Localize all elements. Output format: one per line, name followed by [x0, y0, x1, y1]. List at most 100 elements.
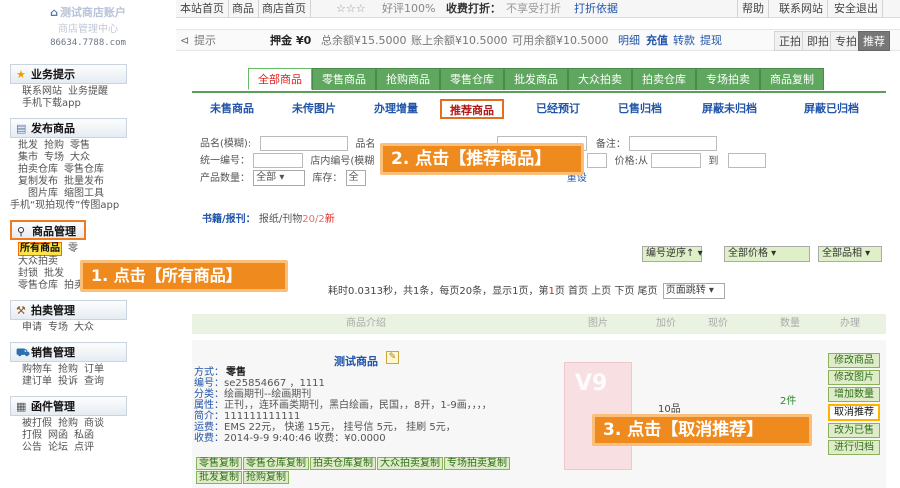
top-link-home[interactable]: 本站首页 [176, 0, 229, 18]
sort-select[interactable]: 编号逆序↑ ▾ [642, 246, 703, 262]
top-link-goods[interactable]: 商品 [228, 0, 259, 18]
sidebar-item-public-auction[interactable]: 大众拍卖 [18, 256, 58, 268]
sidebar-item-review[interactable]: 点评 [74, 442, 94, 454]
top-link-contact[interactable]: 联系网站 [775, 0, 828, 18]
sidebar-item-rush2[interactable]: 抢购 [58, 364, 78, 376]
subtab-unsold[interactable]: 未售商品 [210, 99, 254, 119]
sidebar-item-wholesale[interactable]: 批发 [18, 140, 38, 152]
filter-select-qty[interactable]: 全部 ▾ [253, 170, 306, 186]
sidebar-head-business[interactable]: ★ 业务提示 [10, 64, 127, 84]
sidebar-item-orders[interactable]: 订单 [84, 364, 104, 376]
edit-icon[interactable]: ✎ [386, 351, 399, 364]
filter-input-price-from[interactable] [651, 153, 702, 168]
add-qty-button[interactable]: 增加数量 [828, 387, 880, 402]
tab-auction-store[interactable]: 拍卖仓库 [632, 68, 696, 90]
pager-nav[interactable]: 页 首页 上页 下页 尾页 [555, 286, 658, 297]
sidebar-item-all-goods[interactable]: 所有商品 [18, 242, 62, 256]
tab-wholesale[interactable]: 批发商品 [504, 68, 568, 90]
pager-jump-select[interactable]: 页面跳转 ▾ [662, 283, 725, 299]
top-link-help[interactable]: 帮助 [737, 0, 769, 18]
sidebar-item-forum[interactable]: 论坛 [48, 442, 68, 454]
sidebar-item-retail-store[interactable]: 零售仓库 [64, 164, 104, 176]
fee-basis-link[interactable]: 打折依据 [574, 0, 618, 18]
filter-input-uniform[interactable] [253, 153, 304, 168]
edit-image-button[interactable]: 修改图片 [828, 370, 880, 385]
sidebar-item-image-lib[interactable]: 图片库 [28, 188, 58, 200]
sidebar-item-be-faked[interactable]: 被打假 [22, 418, 52, 430]
link-details[interactable]: 明细 [618, 30, 640, 52]
sidebar-item-auction-store[interactable]: 拍卖仓库 [18, 164, 58, 176]
filter-input-price-to[interactable] [727, 153, 766, 168]
sidebar-item-apply[interactable]: 申请 [22, 322, 42, 334]
sidebar-item-thumb-tool[interactable]: 缩图工具 [64, 188, 104, 200]
copy-retail-button[interactable]: 零售复制 [196, 457, 242, 470]
link-withdraw[interactable]: 提现 [700, 30, 722, 52]
sidebar-item-web-letter[interactable]: 网函 [48, 430, 68, 442]
subtab-add-qty[interactable]: 办理增量 [374, 99, 418, 119]
sidebar-head-goods[interactable]: ⚲ 商品管理 [10, 220, 86, 240]
sidebar-item-remind[interactable]: 业务提醒 [68, 86, 108, 98]
sidebar-item-cart[interactable]: 购物车 [22, 364, 52, 376]
sidebar-item-public[interactable]: 大众 [70, 152, 90, 164]
subtab-reserved[interactable]: 已经预订 [536, 99, 580, 119]
sidebar-item-fake[interactable]: 打假 [22, 430, 42, 442]
copy-special-auction-button[interactable]: 专场拍卖复制 [444, 457, 510, 470]
sidebar-item-retail2[interactable]: 零 [68, 243, 78, 255]
copy-public-auction-button[interactable]: 大众拍卖复制 [377, 457, 443, 470]
subtab-sold-archived[interactable]: 已售归档 [618, 99, 662, 119]
sidebar-head-letters[interactable]: ▦ 函件管理 [10, 396, 127, 416]
sidebar-item-private-letter[interactable]: 私函 [74, 430, 94, 442]
subtab-no-image[interactable]: 未传图片 [292, 99, 336, 119]
copy-rush-button[interactable]: 抢购复制 [243, 471, 289, 484]
archive-button[interactable]: 进行归档 [828, 440, 880, 455]
filter-input-remark[interactable] [629, 136, 718, 151]
copy-auction-store-button[interactable]: 拍卖仓库复制 [310, 457, 376, 470]
sidebar-item-lock[interactable]: 封锁 [18, 268, 38, 280]
top-link-shop-home[interactable]: 商店首页 [258, 0, 311, 18]
tab-special-auction[interactable]: 专场拍卖 [696, 68, 760, 90]
copy-wholesale-button[interactable]: 批发复制 [196, 471, 242, 484]
sidebar-item-special2[interactable]: 专场 [48, 322, 68, 334]
sidebar-item-retail[interactable]: 零售 [70, 140, 90, 152]
sidebar-item-rush[interactable]: 抢购 [44, 140, 64, 152]
sidebar-item-copy-publish[interactable]: 复制发布 [18, 176, 58, 188]
copy-retail-store-button[interactable]: 零售仓库复制 [243, 457, 309, 470]
link-transfer[interactable]: 转款 [673, 30, 695, 52]
sidebar-item-rush3[interactable]: 抢购 [58, 418, 78, 430]
sidebar-item-market[interactable]: 集市 [18, 152, 38, 164]
sidebar-head-auction[interactable]: ⚒ 拍卖管理 [10, 300, 127, 320]
subtab-blocked-unarchived[interactable]: 屏蔽未归档 [702, 99, 757, 119]
btn-tuijian[interactable]: 推荐 [858, 31, 890, 51]
filter-input-name[interactable] [260, 136, 349, 151]
sidebar-item-batch-publish[interactable]: 批量发布 [64, 176, 104, 188]
sidebar-item-notice[interactable]: 公告 [22, 442, 42, 454]
sidebar-head-sales[interactable]: ⛟销售管理 [10, 342, 127, 362]
sidebar-item-public2[interactable]: 大众 [74, 322, 94, 334]
tab-all-goods[interactable]: 全部商品 [248, 68, 312, 90]
sidebar-item-negotiate[interactable]: 商谈 [84, 418, 104, 430]
tab-retail-store[interactable]: 零售仓库 [440, 68, 504, 90]
tab-retail[interactable]: 零售商品 [312, 68, 376, 90]
tab-copy-goods[interactable]: 商品复制 [760, 68, 824, 90]
link-recharge[interactable]: 充值 [646, 30, 668, 52]
filter-input-store-no[interactable] [587, 153, 608, 168]
sidebar-item-complaint[interactable]: 投诉 [58, 376, 78, 388]
price-select[interactable]: 全部价格 ▾ [724, 246, 810, 262]
mark-sold-button[interactable]: 改为已售 [828, 423, 880, 438]
sidebar-item-contact[interactable]: 联系网站 [22, 86, 62, 98]
category-select[interactable]: 全部品相 ▾ [818, 246, 882, 262]
sidebar-head-publish[interactable]: ▤ 发布商品 [10, 118, 127, 138]
cancel-recommend-button[interactable]: 取消推荐 [828, 404, 880, 421]
tab-public-auction[interactable]: 大众拍卖 [568, 68, 632, 90]
sidebar-item-special[interactable]: 专场 [44, 152, 64, 164]
subtab-recommended[interactable]: 推荐商品 [440, 99, 504, 119]
sidebar-item-create-order[interactable]: 建订单 [22, 376, 52, 388]
sidebar-item-mobile-upload[interactable]: 手机“现拍现传”传图app [10, 200, 119, 212]
filter-select-stock[interactable]: 全 [345, 170, 366, 186]
top-link-logout[interactable]: 安全退出 [830, 0, 883, 18]
sidebar-item-app[interactable]: 手机下载app [22, 98, 81, 110]
tab-rush[interactable]: 抢购商品 [376, 68, 440, 90]
sidebar-item-retail-store2[interactable]: 零售仓库 [18, 280, 58, 292]
edit-goods-button[interactable]: 修改商品 [828, 353, 880, 368]
sidebar-item-wholesale2[interactable]: 批发 [44, 268, 64, 280]
